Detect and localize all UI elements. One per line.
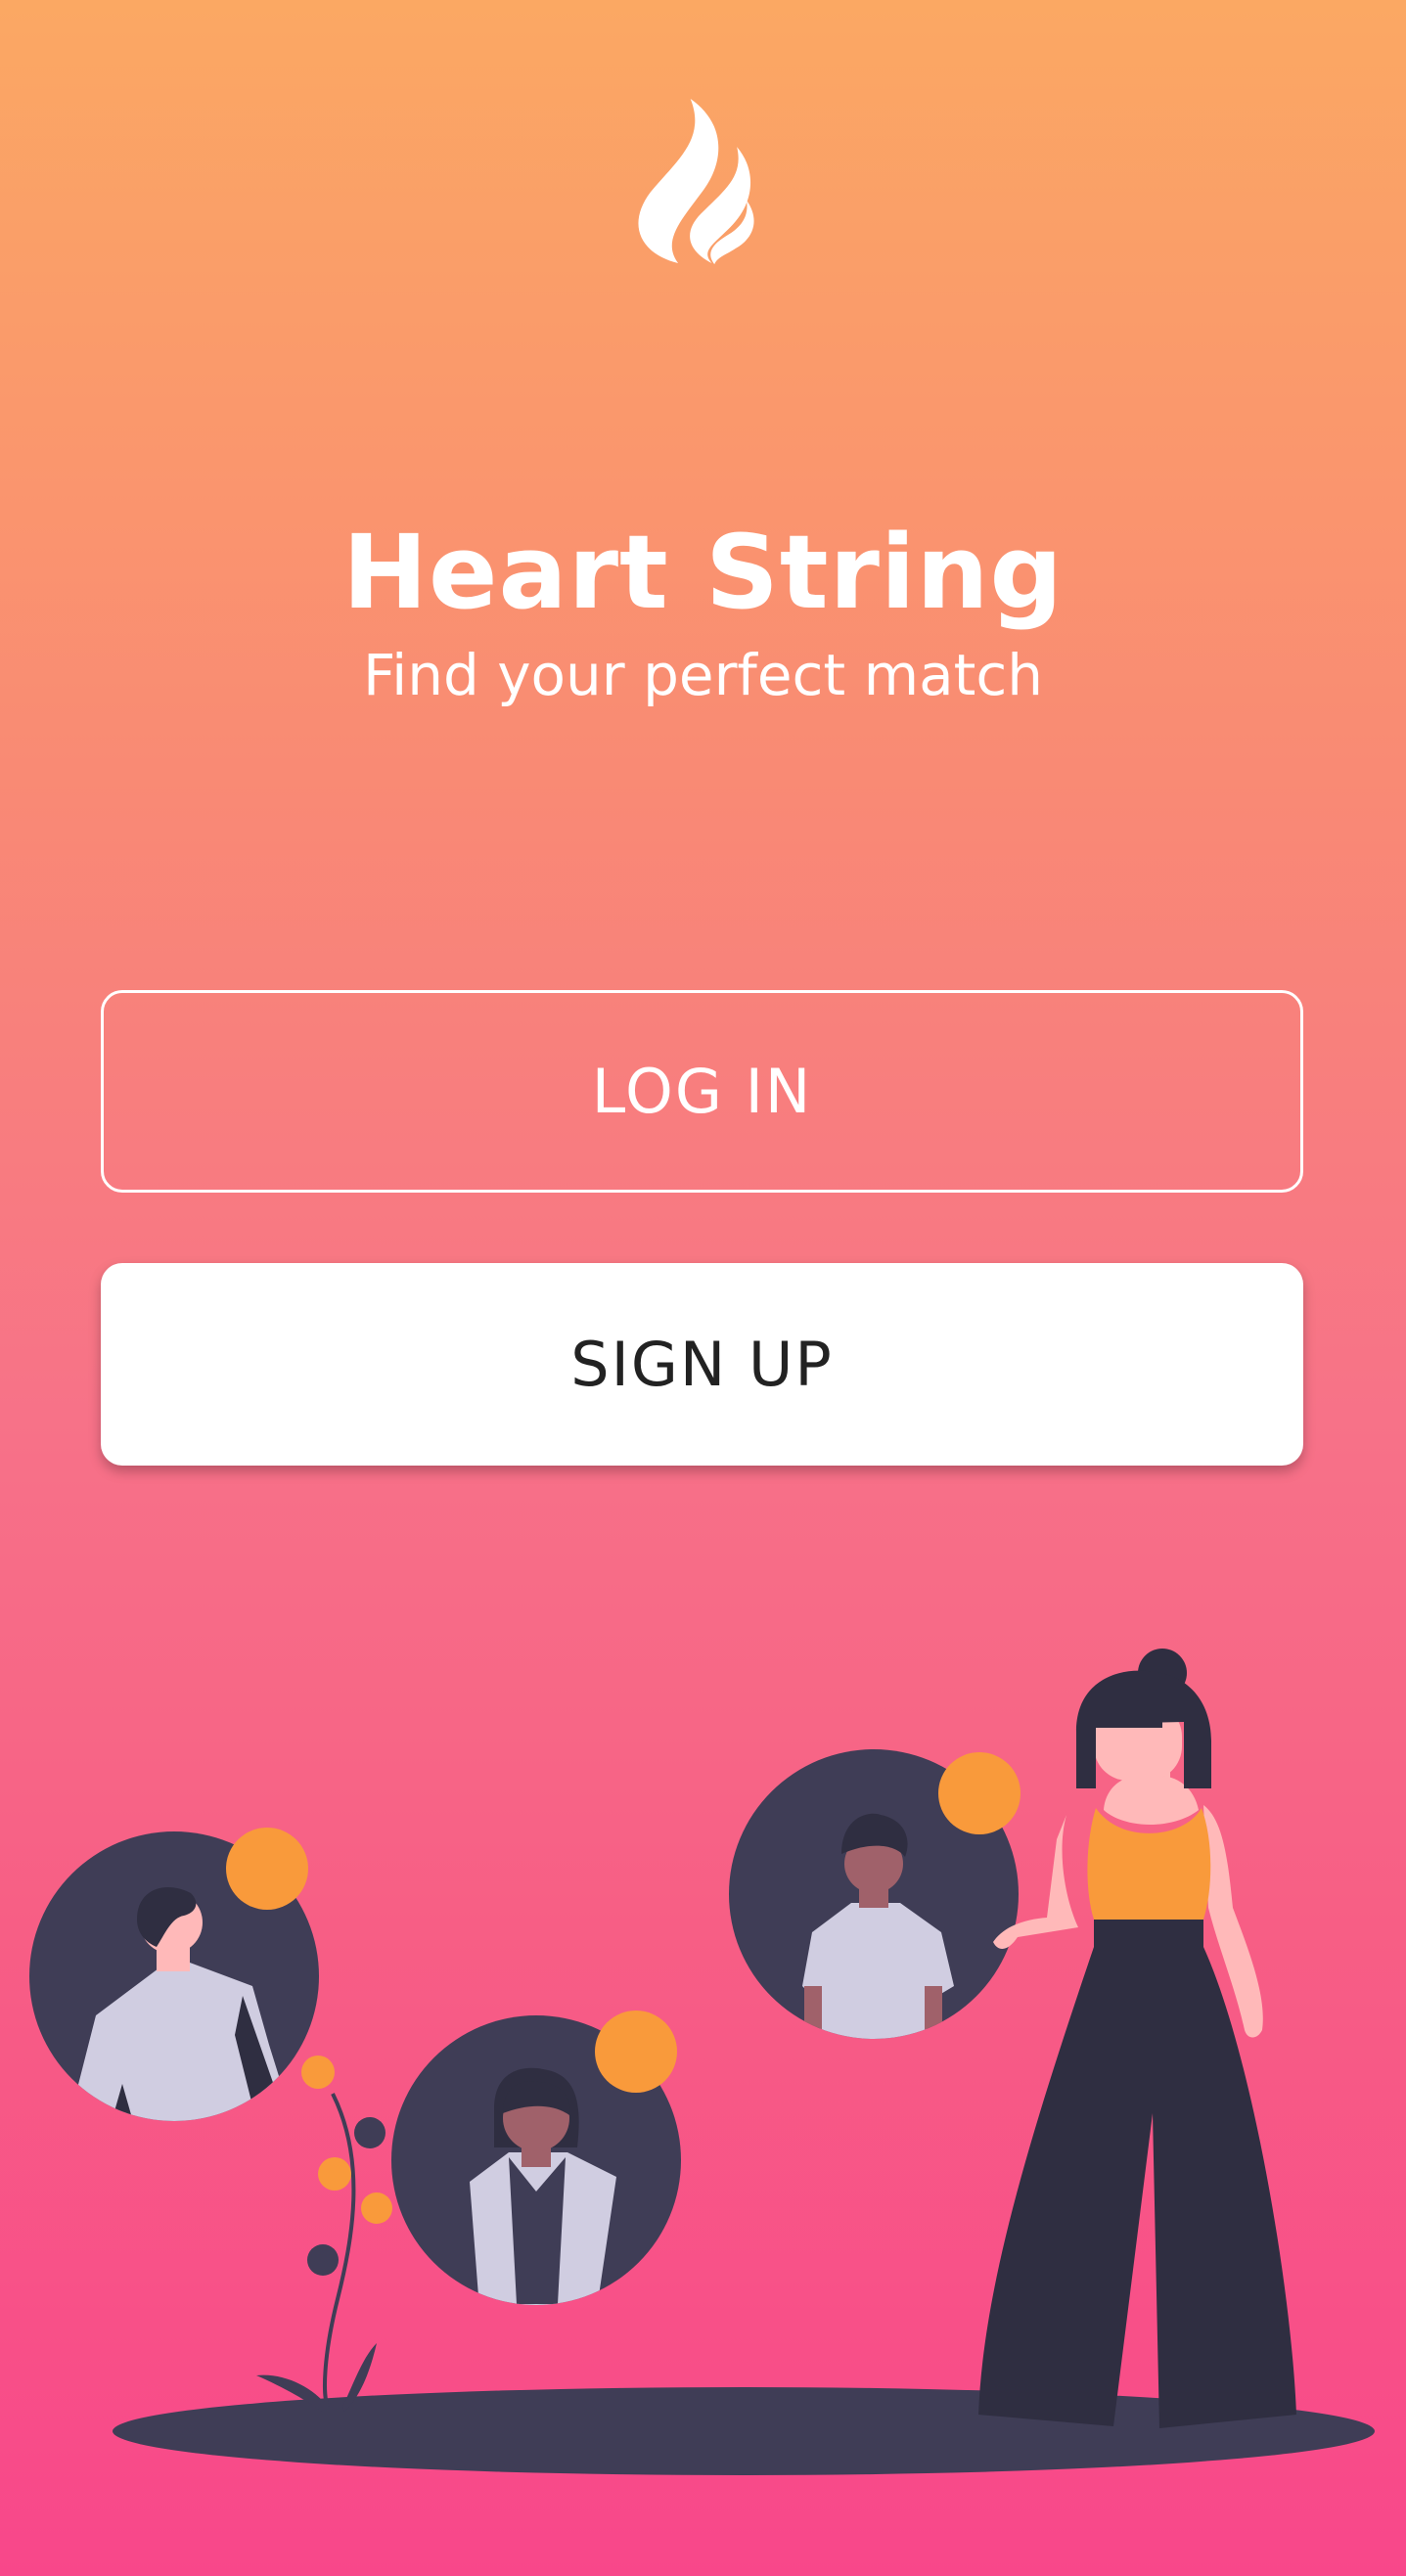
- app-tagline: Find your perfect match: [362, 642, 1044, 708]
- avatar-circle-1: [29, 1828, 319, 2121]
- standing-woman-figure: [978, 1649, 1296, 2428]
- login-button-label: LOG IN: [591, 1056, 813, 1127]
- avatar-circle-3: [729, 1749, 1020, 2039]
- signup-button-label: SIGN UP: [570, 1329, 834, 1400]
- app-title: Heart String: [341, 513, 1064, 632]
- signup-button[interactable]: SIGN UP: [101, 1263, 1303, 1466]
- avatar-circle-2: [391, 2011, 681, 2305]
- ground-shadow: [113, 2387, 1375, 2475]
- login-button[interactable]: LOG IN: [101, 990, 1303, 1193]
- plant-decoration: [256, 2056, 392, 2412]
